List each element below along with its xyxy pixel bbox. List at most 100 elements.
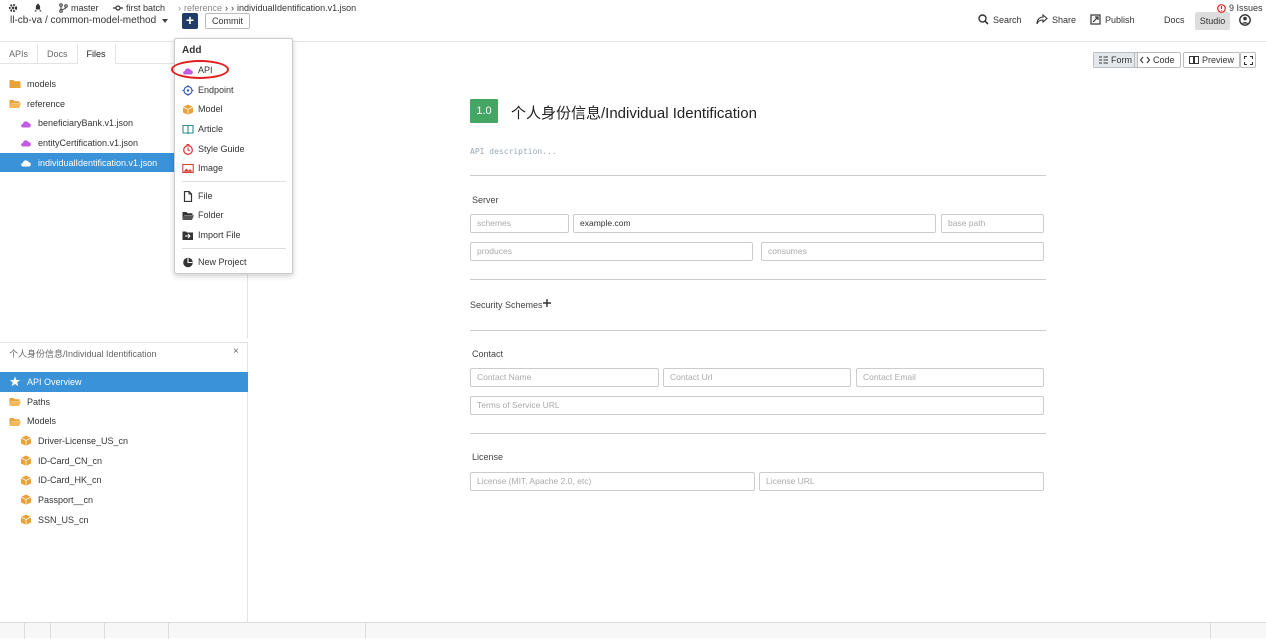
menu-item-label: Style Guide [198,144,245,154]
license-url-input[interactable]: License URL [759,472,1044,491]
chevron-down-icon [162,18,169,23]
cube-icon [20,455,32,466]
publish-label: Publish [1105,14,1135,25]
menu-item-article[interactable]: Article [182,121,223,137]
menu-item-endpoint[interactable]: Endpoint [182,82,234,98]
close-icon[interactable]: × [233,346,239,357]
menu-divider [182,248,286,249]
menu-item-image[interactable]: Image [182,160,223,176]
preview-button[interactable]: Preview [1183,52,1241,68]
outline-item-label: SSN_US_cn [38,514,89,525]
share-button[interactable]: Share [1036,14,1076,25]
plus-icon [543,299,551,307]
base-path-input[interactable]: base path [941,214,1044,233]
breadcrumb-file[interactable]: individualIdentification.v1.json [237,3,356,13]
api-description[interactable]: API description... [470,147,557,156]
menu-item-model[interactable]: Model [182,101,223,117]
outline-model-item[interactable]: ID-Card_HK_cn [0,470,248,490]
version-badge[interactable]: 1.0 [470,99,498,123]
menu-item-style-guide[interactable]: Style Guide [182,141,245,157]
issues-button[interactable]: 9 Issues [1217,3,1263,13]
file-icon [183,190,193,202]
menu-item-import-file[interactable]: Import File [182,227,241,243]
host-input[interactable]: example.com [573,214,936,233]
form-view-button[interactable]: Form [1093,52,1138,68]
code-icon [1140,56,1150,64]
menu-item-label: Model [198,104,223,114]
menu-item-new-project[interactable]: New Project [182,254,247,270]
user-icon [1239,14,1251,26]
expand-icon [1243,55,1253,65]
docs-button[interactable]: Docs [1164,15,1185,25]
status-bar [0,622,1266,638]
outline-item-api-overview[interactable]: API Overview [0,372,248,392]
branch-label: master [71,3,99,13]
status-divider [365,623,366,639]
license-input[interactable]: License (MIT, Apache 2.0, etc) [470,472,755,491]
outline-model-item[interactable]: ID-Card_CN_cn [0,451,248,471]
commit-selector[interactable]: first batch [113,3,165,13]
outline-item-label: ID-Card_HK_cn [38,475,102,486]
book-icon [182,124,194,134]
tab-apis[interactable]: APIs [0,44,39,64]
import-icon [182,231,193,240]
license-section-label: License [472,452,504,462]
menu-item-folder[interactable]: Folder [182,207,224,223]
menu-divider [182,181,286,182]
error-icon [1217,3,1226,13]
publish-button[interactable]: Publish [1090,14,1135,25]
commit-button[interactable]: Commit [205,13,250,29]
divider [470,279,1046,280]
code-label: Code [1153,55,1175,65]
schemes-input[interactable]: schemes [470,214,569,233]
tab-files[interactable]: Files [77,44,116,64]
tab-docs[interactable]: Docs [38,44,78,64]
user-avatar[interactable] [1239,14,1251,26]
book-icon [1189,56,1199,64]
outline-item-paths[interactable]: Paths [0,392,248,412]
breadcrumb-reference[interactable]: reference [184,3,222,13]
crosshair-icon [182,84,194,96]
contact-email-input[interactable]: Contact Email [856,368,1044,387]
terms-of-service-input[interactable]: Terms of Service URL [470,396,1044,415]
contact-name-input[interactable]: Contact Name [470,368,659,387]
gear-icon [8,3,18,13]
project-selector[interactable]: ll-cb-va / common-model-method [10,15,169,26]
add-security-scheme-button[interactable] [542,298,552,308]
consumes-input[interactable]: consumes [761,242,1044,261]
outline-item-label: ID-Card_CN_cn [38,455,103,466]
add-button[interactable]: + [182,13,198,29]
publish-icon [1090,14,1101,25]
contact-section-label: Contact [472,349,504,359]
search-button[interactable]: Search [978,14,1022,25]
git-commit-icon [113,5,123,11]
outline-model-item[interactable]: Driver-License_US_cn [0,431,248,451]
outline-item-label: Driver-License_US_cn [38,435,129,446]
menu-item-file[interactable]: File [182,188,213,204]
fullscreen-button[interactable] [1240,52,1256,68]
outline-item-models[interactable]: Models [0,411,248,431]
menu-item-label: Article [198,124,224,134]
git-branch-icon [59,3,68,13]
image-icon [182,163,194,173]
chevron-right-icon: › [178,3,181,13]
publish-status-button[interactable] [33,3,43,13]
branch-selector[interactable]: master [59,3,99,13]
settings-button[interactable] [8,3,18,13]
star-icon [9,376,21,387]
studio-button[interactable]: Studio [1195,12,1230,30]
produces-input[interactable]: produces [470,242,753,261]
cube-icon [20,435,32,447]
cloud-icon [21,140,31,147]
contact-url-input[interactable]: Contact Url [663,368,851,387]
outline-item-label: API Overview [27,376,82,387]
cube-icon [182,104,194,115]
status-divider [24,623,25,639]
status-divider [1210,623,1211,639]
folder-icon [9,398,21,407]
outline-model-item[interactable]: SSN_US_cn [0,510,248,530]
api-title[interactable]: 个人身份信息/Individual Identification [511,102,757,123]
code-view-button[interactable]: Code [1134,52,1181,68]
preview-label: Preview [1202,55,1235,65]
outline-model-item[interactable]: Passport__cn [0,490,248,510]
